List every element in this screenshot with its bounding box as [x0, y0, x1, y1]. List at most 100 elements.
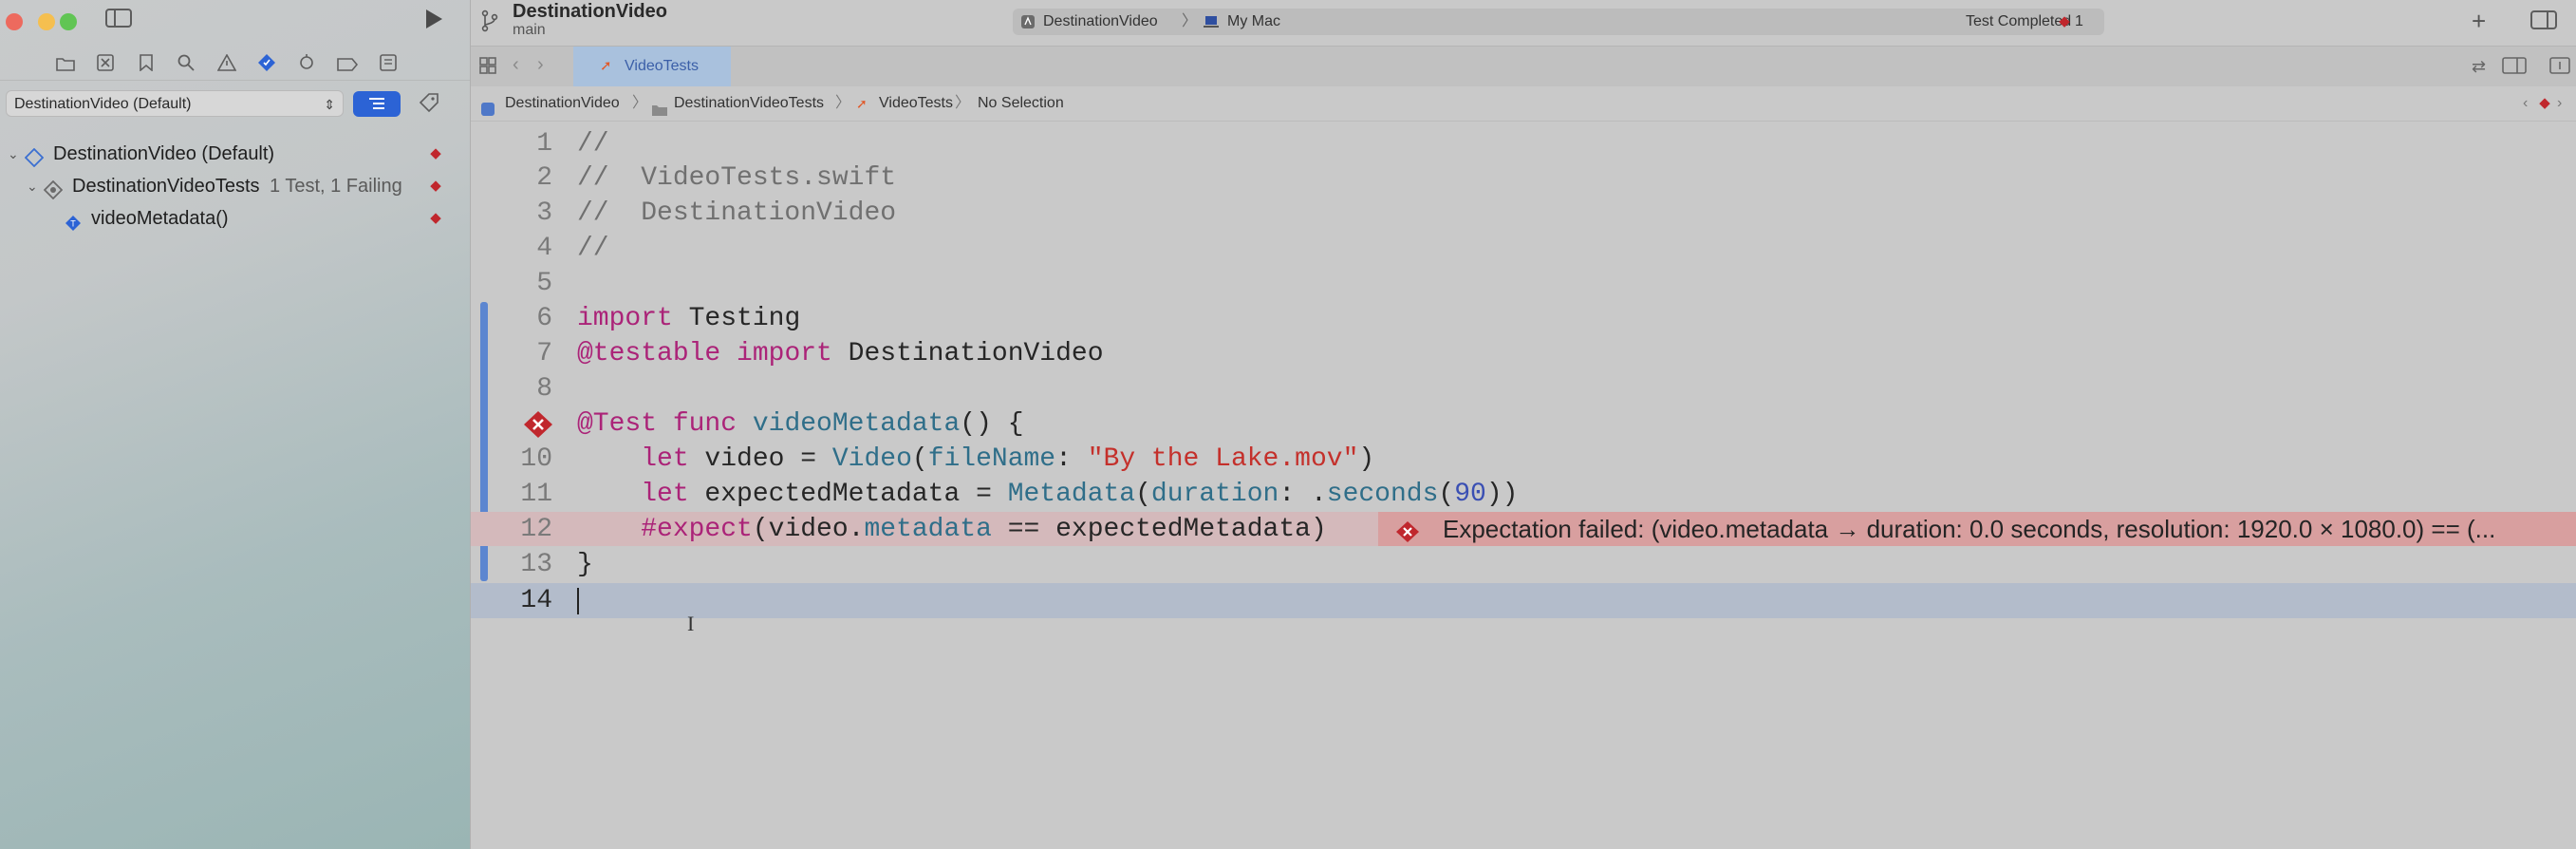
inline-error-banner[interactable]: Expectation failed: (video.metadata → du… [1378, 512, 2576, 546]
error-icon: ◆ [430, 178, 441, 194]
tree-row-label: DestinationVideo (Default) [53, 143, 275, 164]
code-line[interactable]: 2 // VideoTests.swift [471, 160, 2576, 196]
error-icon: ◆ [430, 210, 441, 226]
code-text: // [577, 129, 609, 159]
grid-icon[interactable] [478, 56, 497, 80]
svg-text:T: T [70, 219, 76, 229]
test-function-icon: T [65, 210, 82, 242]
error-message: Expectation failed: (video.metadata → du… [1443, 515, 2496, 543]
breadcrumb-group[interactable]: DestinationVideoTests [674, 86, 824, 121]
tree-row-test-bundle[interactable]: ⌄ DestinationVideoTests 1 Test, 1 Failin… [0, 170, 470, 202]
scheme-selector[interactable]: DestinationVideo (Default) ⇕ [6, 90, 344, 117]
chevron-right-icon: 〉 [632, 95, 648, 111]
zoom-window-button[interactable] [60, 13, 77, 30]
line-number: 2 [536, 163, 552, 193]
divider [0, 80, 470, 81]
inspector-toggle-icon[interactable] [2530, 9, 2557, 35]
code-text: @testable import DestinationVideo [577, 339, 1104, 368]
line-number: 12 [520, 515, 552, 544]
folder-icon[interactable] [53, 53, 78, 78]
error-icon [1395, 518, 1420, 552]
code-line[interactable]: 8 [471, 371, 2576, 406]
close-window-button[interactable] [6, 13, 23, 30]
test-plan-filter-button[interactable] [353, 91, 401, 117]
breakpoint-icon[interactable] [335, 53, 360, 78]
project-icon [480, 96, 495, 130]
code-text: // DestinationVideo [577, 198, 897, 228]
scheme-name[interactable]: DestinationVideo [1043, 9, 1158, 35]
line-number: 6 [536, 304, 552, 333]
code-text: import Testing [577, 304, 801, 333]
sidebar-toggle-icon[interactable] [103, 8, 135, 34]
next-issue-icon[interactable]: › [2557, 86, 2562, 121]
tree-row-scheme[interactable]: ⌄ DestinationVideo (Default) ◆ [0, 138, 470, 170]
sync-icon[interactable]: ⇄ [2472, 57, 2486, 77]
code-line[interactable]: 9 @Test func videoMetadata() { [471, 406, 2576, 442]
tab-videotests[interactable]: ➚ VideoTests [573, 47, 731, 86]
search-icon[interactable] [174, 53, 198, 78]
tab-label: VideoTests [625, 58, 699, 74]
debug-icon[interactable] [294, 53, 319, 78]
chevron-down-icon[interactable]: ⌄ [27, 170, 38, 202]
jump-bar: DestinationVideo 〉 DestinationVideoTests… [471, 86, 2576, 122]
report-icon[interactable] [376, 53, 401, 78]
line-number: 14 [520, 586, 552, 615]
tag-icon[interactable] [418, 91, 442, 116]
forward-icon[interactable]: › [537, 54, 544, 76]
code-line[interactable]: 6 import Testing [471, 301, 2576, 336]
test-navigator-icon[interactable] [254, 53, 279, 78]
activity-view[interactable]: DestinationVideo 〉 My Mac Test Completed [1013, 9, 2104, 35]
code-line[interactable]: 5 [471, 266, 2576, 301]
destination-name[interactable]: My Mac [1227, 9, 1280, 35]
error-icon[interactable]: ◆ [2536, 95, 2553, 112]
breadcrumb-project[interactable]: DestinationVideo [505, 86, 620, 121]
add-editor-icon[interactable] [2549, 56, 2570, 80]
code-line[interactable]: 11 let expectedMetadata = Metadata(durat… [471, 477, 2576, 512]
minimize-window-button[interactable] [38, 13, 55, 30]
tree-row-test-function[interactable]: T videoMetadata() ◆ [0, 202, 470, 235]
code-line[interactable]: 7 @testable import DestinationVideo [471, 336, 2576, 371]
code-text: // VideoTests.swift [577, 163, 897, 193]
scheme-selector-label: DestinationVideo (Default) [14, 96, 192, 112]
run-button[interactable] [418, 8, 450, 36]
back-icon[interactable]: ‹ [513, 54, 519, 76]
breadcrumb-symbol[interactable]: No Selection [978, 86, 1064, 121]
chevron-down-icon[interactable]: ⌄ [8, 138, 19, 170]
code-line[interactable]: 10 let video = Video(fileName: "By the L… [471, 442, 2576, 477]
line-number: 10 [520, 444, 552, 474]
branch-icon [480, 9, 499, 37]
code-line[interactable]: 14 [471, 583, 2576, 618]
ibeam-cursor-icon: I [687, 612, 695, 635]
app-scheme-icon [1020, 14, 1036, 34]
laptop-icon [1203, 14, 1220, 34]
code-line[interactable]: 13 } [471, 547, 2576, 582]
tree-row-label: videoMetadata() [91, 208, 229, 229]
line-number: 13 [520, 550, 552, 579]
code-line[interactable]: 1 // [471, 126, 2576, 161]
code-line[interactable]: 3 // DestinationVideo [471, 196, 2576, 231]
error-count[interactable]: 1 [2075, 9, 2083, 35]
tree-row-detail: 1 Test, 1 Failing [270, 176, 402, 197]
code-text: let expectedMetadata = Metadata(duration… [577, 480, 1519, 509]
issue-warning-icon[interactable] [215, 53, 239, 78]
line-number: 4 [536, 234, 552, 263]
line-number: 3 [536, 198, 552, 228]
code-text: // [577, 234, 609, 263]
code-line[interactable]: 4 // [471, 231, 2576, 266]
previous-issue-icon[interactable]: ‹ [2523, 86, 2528, 121]
breadcrumb-file[interactable]: VideoTests [879, 86, 953, 121]
swift-file-icon: ➚ [600, 58, 612, 74]
editor-options-icon[interactable] [2502, 56, 2527, 80]
bookmark-icon[interactable] [134, 53, 159, 78]
code-text: #expect(video.metadata == expectedMetada… [577, 515, 1327, 544]
error-icon[interactable]: ◆ [2056, 13, 2073, 30]
source-control-icon[interactable] [93, 53, 118, 78]
swift-file-icon: ➚ [856, 96, 868, 111]
code-text: @Test func videoMetadata() { [577, 409, 1024, 439]
toolbar: DestinationVideo main DestinationVideo 〉… [471, 0, 2576, 44]
branch-name: main [513, 22, 546, 38]
line-number: 8 [536, 374, 552, 404]
tree-row-label: DestinationVideoTests [72, 176, 260, 197]
add-icon[interactable]: + [2472, 8, 2486, 34]
chevron-right-icon: 〉 [1182, 13, 1198, 29]
